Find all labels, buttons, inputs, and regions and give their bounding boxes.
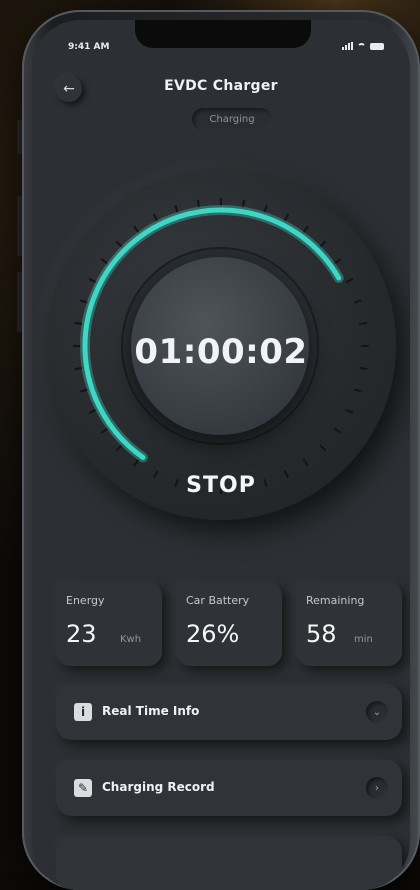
stat-label: Remaining — [306, 594, 365, 607]
stat-value: 23 — [66, 620, 97, 648]
info-icon: i — [74, 703, 92, 721]
screen-content: 01:00:02 STOP Energy 23 Kwh Car Battery … — [32, 20, 410, 890]
dial-tick — [133, 458, 140, 467]
stat-card-car-battery: Car Battery 26% — [176, 582, 282, 666]
charging-timer: 01:00:02 — [134, 332, 308, 372]
stat-label: Energy — [66, 594, 105, 607]
dial-tick — [88, 408, 97, 415]
dial-tick — [353, 388, 363, 393]
dial-tick — [241, 199, 246, 208]
dial-tick — [152, 213, 159, 222]
dial-tick — [353, 299, 363, 304]
dial-tick — [196, 199, 201, 208]
dial-tick — [88, 277, 97, 284]
stat-value: 26% — [186, 620, 240, 648]
menu-item-charging-record[interactable]: ✎ Charging Record › — [56, 760, 402, 816]
dial-tick — [74, 321, 83, 326]
document-edit-icon: ✎ — [74, 779, 92, 797]
dial-tick — [133, 225, 140, 234]
dial-tick — [79, 388, 89, 393]
menu-item-label: Charging Record — [102, 780, 215, 794]
stop-button[interactable]: STOP — [32, 473, 410, 498]
dial-tick — [115, 240, 123, 248]
stat-unit: min — [354, 634, 373, 645]
dial-tick — [283, 213, 290, 222]
dial-tick — [345, 408, 354, 415]
dial-tick — [345, 277, 354, 284]
dial-tick — [319, 444, 327, 452]
dial-tick — [79, 299, 89, 304]
stat-value: 58 — [306, 620, 337, 648]
dial-tick — [100, 427, 109, 434]
dial-tick — [319, 240, 327, 248]
stat-unit: Kwh — [120, 634, 142, 645]
menu-item-label: Real Time Info — [102, 704, 200, 718]
dial-tick — [100, 258, 109, 265]
dial-tick — [359, 321, 368, 326]
dial-tick — [174, 204, 179, 214]
dial-tick — [333, 427, 342, 434]
dial-tick — [302, 458, 309, 467]
dial-tick — [302, 225, 309, 234]
dial-tick — [115, 444, 123, 452]
stat-label: Car Battery — [186, 594, 250, 607]
dial-tick — [333, 258, 342, 265]
menu-item-real-time-info[interactable]: i Real Time Info ⌄ — [56, 684, 402, 740]
stat-card-remaining: Remaining 58 min — [296, 582, 402, 666]
menu-item-partial[interactable] — [56, 836, 402, 890]
dial-tick — [263, 204, 268, 214]
stat-card-energy: Energy 23 Kwh — [56, 582, 162, 666]
chevron-down-icon[interactable]: ⌄ — [366, 701, 388, 723]
chevron-right-icon[interactable]: › — [366, 777, 388, 799]
